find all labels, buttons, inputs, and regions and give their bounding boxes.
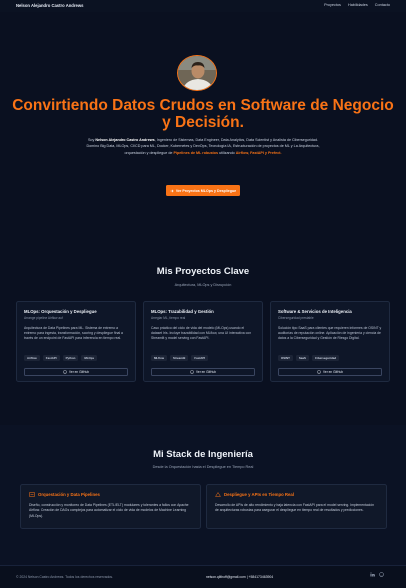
person-photo-icon — [178, 56, 216, 90]
stack-title: Mi Stack de Ingeniería — [153, 449, 253, 460]
footer-contact[interactable]: nelson.qlithoff@gmail.com | +58417346390… — [206, 575, 273, 579]
card-title: MLOps: Orquestación y Despliegue — [24, 309, 97, 314]
tag: Python — [62, 354, 79, 361]
card-title: Software & Servicios de Inteligencia — [278, 309, 352, 314]
hero-highlight-tools: Airflow, FastAPI y Prefect. — [235, 150, 282, 155]
stack-card-description: Desarrollo de APIs de alto rendimiento y… — [215, 503, 375, 513]
github-button[interactable]: Ver en GitHub — [278, 368, 382, 376]
github-button[interactable]: Ver en GitHub — [151, 368, 255, 376]
tag-list: MLflow Streamlit FastAPI — [151, 354, 255, 361]
tag: MLOps — [81, 354, 98, 361]
tag: Streamlit — [169, 354, 189, 361]
card-description: Solución tipo SaaS para clientes que req… — [278, 325, 382, 340]
stack-card-pipelines: Orquestación y Data Pipelines Diseño, co… — [20, 484, 201, 529]
stack-subtitle: Desde la Orquestación hasta el Despliegu… — [152, 465, 254, 469]
tag: OSINT — [278, 354, 293, 361]
tag: Airflow — [24, 354, 40, 361]
nav-link-proyectos[interactable]: Proyectos — [324, 3, 341, 7]
projects-subtitle: Arquitectura, MLOps y Disrupción — [174, 283, 232, 287]
hero-title: Convirtiendo Datos Crudos en Software de… — [12, 97, 394, 131]
hero-description: Soy Nelson Alejandro Castro Andrews, Ing… — [86, 138, 320, 155]
pipeline-icon — [29, 492, 35, 497]
project-card-trazabilidad: MLOps: Trazabilidad y Gestión Arreglar M… — [143, 301, 263, 382]
hero-highlight-pipelines: Pipelines de ML robustos — [173, 150, 219, 155]
card-description: Caso práctico del ciclo de vida del mode… — [151, 325, 252, 340]
rocket-icon — [215, 492, 221, 497]
nav-links: Proyectos Habilidades Contacto — [324, 3, 390, 7]
tag: FastAPI — [42, 354, 60, 361]
nav-link-contacto[interactable]: Contacto — [375, 3, 390, 7]
projects-title: Mis Proyectos Clave — [156, 266, 250, 277]
card-description: Arquitectura de Data Pipelines para ML. … — [24, 325, 123, 340]
card-subtitle: Arrange pipeline Airflow auf — [24, 315, 63, 320]
hero-name: Nelson Alejandro Castro Andrews — [95, 138, 155, 142]
linkedin-icon[interactable] — [370, 572, 375, 577]
profile-avatar — [177, 55, 217, 91]
github-icon — [317, 370, 321, 374]
tag: SaaS — [295, 354, 309, 361]
github-icon[interactable] — [379, 572, 384, 577]
tag: MLflow — [151, 354, 167, 361]
arrow-right-icon — [170, 189, 174, 192]
github-icon — [63, 370, 67, 374]
project-card-orquestacion: MLOps: Orquestación y Despliegue Arrange… — [16, 301, 136, 382]
tag: Ciberseguridad — [311, 354, 340, 361]
card-subtitle: Ciberseguridad prestable — [278, 315, 314, 320]
github-button[interactable]: Ver en GitHub — [24, 368, 128, 376]
tag-list: OSINT SaaS Ciberseguridad — [278, 354, 382, 361]
project-card-inteligencia: Software & Servicios de Inteligencia Cib… — [270, 301, 390, 382]
tag: FastAPI — [191, 354, 209, 361]
stack-card-title: Despliegue y APIs en Tiempo Real — [224, 492, 294, 497]
cta-button[interactable]: Ver Proyectos MLOps y Despliegue — [166, 185, 240, 196]
stack-card-title: Orquestación y Data Pipelines — [38, 492, 100, 497]
github-icon — [190, 370, 194, 374]
cta-label: Ver Proyectos MLOps y Despliegue — [175, 188, 237, 193]
nav-link-habilidades[interactable]: Habilidades — [348, 3, 368, 7]
stack-card-apis: Despliegue y APIs en Tiempo Real Desarro… — [206, 484, 387, 529]
tag-list: Airflow FastAPI Python MLOps — [24, 354, 128, 361]
footer-social-icons — [370, 572, 384, 577]
card-subtitle: Arreglar ML, tiempo real — [151, 315, 186, 320]
footer-copyright: © 2024 Nelson Castro Andrews. Todos los … — [16, 575, 114, 579]
stack-card-description: Diseño, construcción y monitoreo de Data… — [29, 503, 189, 518]
card-title: MLOps: Trazabilidad y Gestión — [151, 309, 214, 314]
brand-name[interactable]: Nelson Alejandro Castro Andrews — [16, 3, 83, 8]
